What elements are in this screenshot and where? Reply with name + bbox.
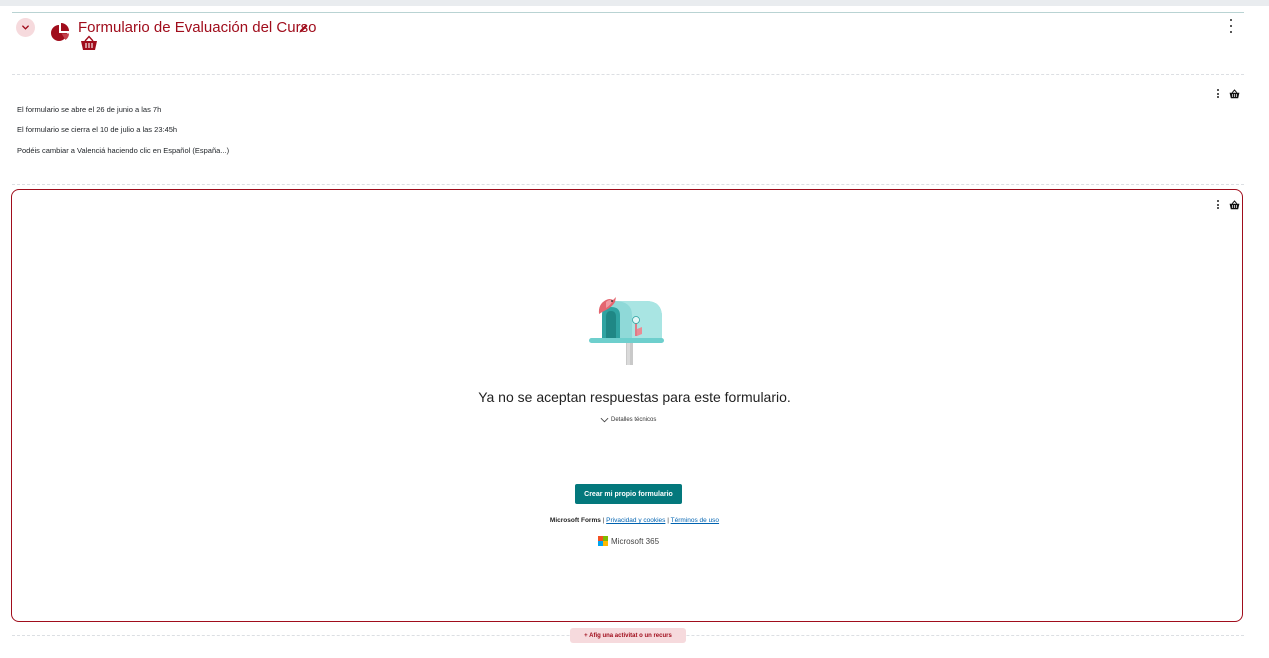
microsoft-365-brand: Microsoft 365 bbox=[598, 536, 659, 546]
info-basket-icon[interactable] bbox=[1229, 89, 1240, 99]
top-bar bbox=[0, 0, 1269, 6]
technical-details-label: Detalles técnicos bbox=[611, 417, 657, 423]
info-language-note: Podéis cambiar a Valenciá haciendo clic … bbox=[17, 146, 230, 155]
section-title-link[interactable]: Formulario de Evaluación del Curso bbox=[78, 19, 316, 36]
forms-brand: Microsoft Forms bbox=[549, 517, 601, 524]
privacy-link[interactable]: Privacidad y cookies bbox=[606, 517, 665, 524]
chevron-down-icon bbox=[22, 25, 29, 30]
microsoft-365-label: Microsoft 365 bbox=[611, 536, 660, 546]
form-basket-icon[interactable] bbox=[1229, 200, 1240, 210]
collapse-section-button[interactable] bbox=[16, 18, 35, 37]
info-open-date: El formulario se abre el 26 de junio a l… bbox=[17, 105, 162, 114]
divider bbox=[12, 74, 1244, 75]
pencil-icon[interactable] bbox=[298, 23, 309, 34]
info-close-date: El formulario se cierra el 10 de julio a… bbox=[17, 125, 178, 134]
basket-icon[interactable] bbox=[80, 35, 98, 51]
link-separator: | bbox=[667, 517, 669, 524]
microsoft-logo-icon bbox=[598, 536, 608, 546]
divider bbox=[12, 184, 1244, 185]
mailbox-illustration bbox=[589, 297, 664, 365]
form-menu-kebab-icon[interactable] bbox=[1214, 200, 1222, 209]
chevron-down-icon bbox=[600, 417, 609, 423]
terms-link[interactable]: Términos de uso bbox=[671, 517, 719, 524]
info-menu-kebab-icon[interactable] bbox=[1214, 89, 1222, 98]
technical-details-toggle[interactable]: Detalles técnicos bbox=[600, 417, 656, 423]
section-menu-kebab-icon[interactable] bbox=[1227, 19, 1235, 33]
link-separator: | bbox=[602, 517, 605, 524]
embedded-form-frame bbox=[11, 189, 1243, 622]
create-own-form-button[interactable]: Crear mi propio formulario bbox=[575, 484, 682, 504]
add-activity-button[interactable]: + Afig una activitat o un recurs bbox=[570, 628, 686, 643]
section-top-border bbox=[12, 12, 1244, 13]
form-closed-message: Ya no se aceptan respuestas para este fo… bbox=[478, 389, 791, 405]
forms-footer-links: Microsoft Forms | Privacidad y cookies |… bbox=[0, 517, 1269, 524]
pie-chart-icon bbox=[51, 23, 69, 41]
